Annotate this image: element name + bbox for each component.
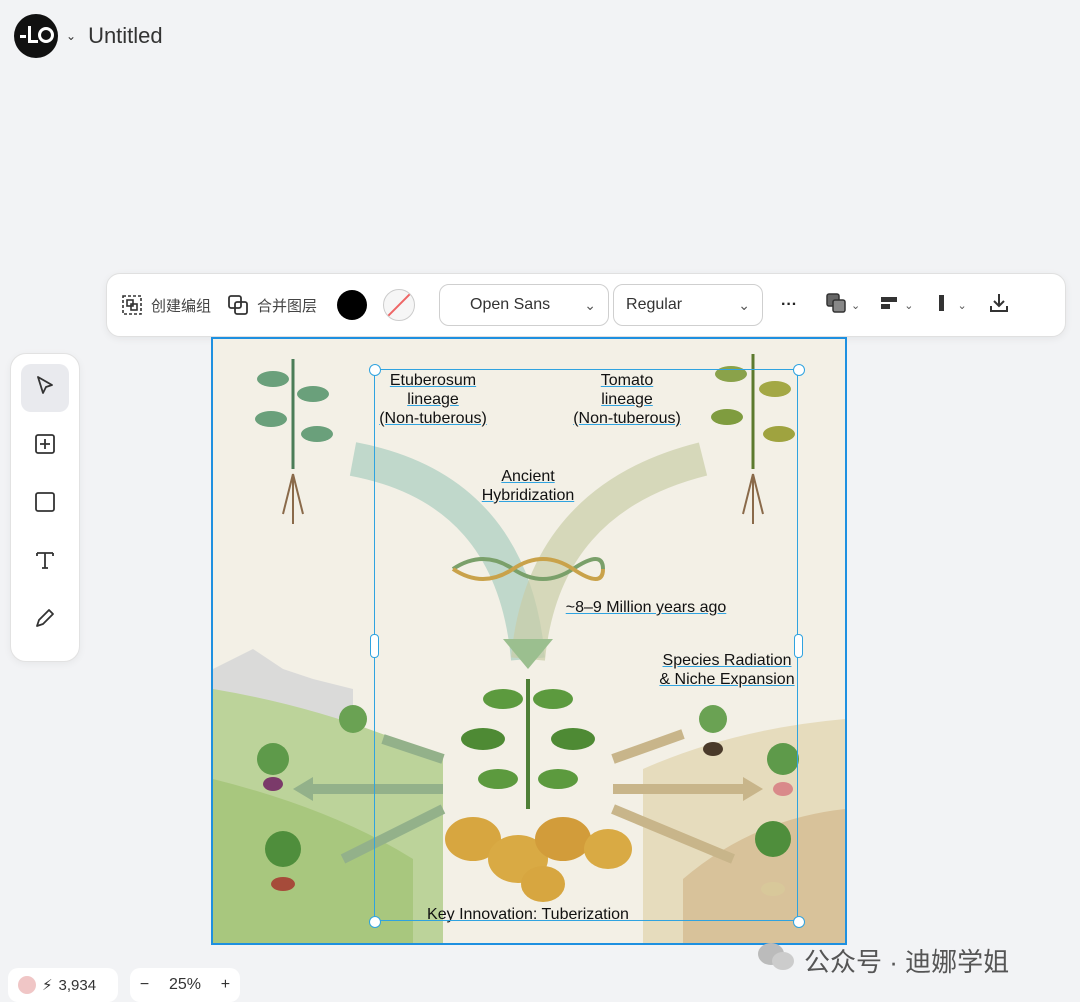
stroke-width-button[interactable]: ⌄ [931,292,967,319]
text-icon [33,548,57,577]
watermark-text: 公众号 · 迪娜学姐 [804,947,1010,977]
text-color-swatch[interactable] [337,290,368,320]
pointer-icon [33,374,57,403]
watermark: 公众号 · 迪娜学姐 [756,940,1009,981]
resize-handle-left[interactable] [370,634,379,658]
zoom-control: − 25% + [130,968,240,1002]
no-fill-swatch-icon[interactable] [383,289,416,321]
download-button[interactable] [987,291,1011,320]
merge-icon [227,294,249,316]
zoom-out-button[interactable]: − [140,976,149,994]
chevron-down-icon: ⌄ [851,299,861,312]
align-icon [878,292,900,319]
chevron-down-icon: ⌄ [738,296,751,313]
resize-handle-bottom-right[interactable] [793,916,805,928]
chevron-down-icon: ⌄ [957,299,967,312]
stroke-width-icon [931,292,953,319]
create-group-label: 创建编组 [151,297,212,315]
merge-layers-label: 合并图层 [257,297,318,315]
rectangle-tool-button[interactable] [21,480,69,528]
app-header: ⌄ Untitled [14,14,163,58]
chevron-down-icon: ⌄ [904,299,914,312]
tool-palette [10,353,80,662]
document-title[interactable]: Untitled [88,23,163,49]
pen-tool-button[interactable] [21,596,69,644]
font-family-value: Open Sans [470,296,551,313]
align-button[interactable]: ⌄ [878,292,913,319]
select-tool-button[interactable] [21,364,69,412]
layer-order-button[interactable]: ⌄ [825,292,860,319]
font-weight-value: Regular [626,296,683,313]
text-tool-button[interactable] [21,538,69,586]
download-icon [987,293,1011,319]
square-icon [33,490,57,519]
font-weight-select[interactable]: Regular ⌄ [613,284,764,326]
merge-layers-button[interactable]: 合并图层 [227,294,317,316]
credits-indicator[interactable]: ⚡ 3,934 [8,968,118,1002]
selection-box[interactable] [374,369,798,921]
pencil-icon [33,606,57,635]
resize-handle-top-right[interactable] [793,364,805,376]
zoom-level: 25% [168,976,201,993]
group-icon [121,294,143,316]
app-logo-icon[interactable] [14,14,58,58]
resize-handle-right[interactable] [794,634,803,658]
zoom-in-button[interactable]: + [221,976,230,994]
resize-handle-bottom-left[interactable] [369,916,381,928]
resize-handle-top-left[interactable] [369,364,381,376]
layers-icon [825,292,847,319]
chevron-down-icon: ⌄ [584,296,597,313]
font-family-select[interactable]: Open Sans ⌄ [439,284,610,326]
more-options-button[interactable]: ··· [781,296,797,314]
logo-chevron-down-icon[interactable]: ⌄ [66,29,76,43]
wechat-icon [756,940,796,981]
create-group-button[interactable]: 创建编组 [121,294,211,316]
selection-toolbar: 创建编组 合并图层 Open Sans ⌄ Regular ⌄ ··· ⌄ ⌄ … [106,273,1066,337]
add-frame-tool-button[interactable] [21,422,69,470]
lightning-icon: ⚡ [42,977,53,994]
plus-square-icon [33,432,57,461]
avatar [18,976,36,994]
credits-count: 3,934 [58,976,97,994]
